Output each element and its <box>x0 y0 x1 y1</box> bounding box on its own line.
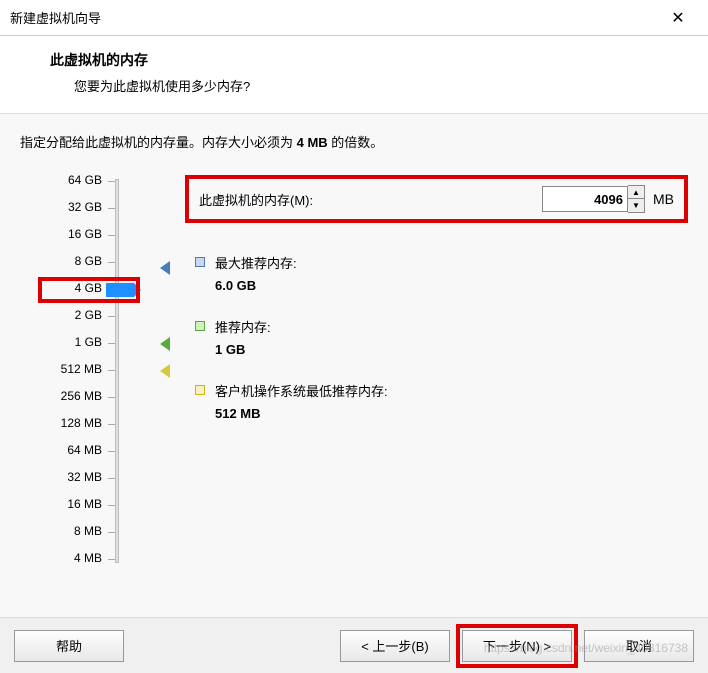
slider-label: 2 GB <box>75 308 102 322</box>
rec-value: 6.0 GB <box>215 278 688 293</box>
slider-label: 128 MB <box>61 416 102 430</box>
instruction-suffix: 的倍数。 <box>328 135 384 150</box>
rec-blue-icon <box>195 257 205 267</box>
slider-label: 4 GB <box>75 281 102 295</box>
memory-input-row: 此虚拟机的内存(M): ▲ ▼ MB <box>185 175 688 223</box>
slider-label: 16 MB <box>67 497 102 511</box>
titlebar: 新建虚拟机向导 ✕ <box>0 0 708 36</box>
instruction-bold: 4 MB <box>297 135 328 150</box>
wizard-footer: 帮助 < 上一步(B) 下一步(N) > 取消 <box>0 617 708 673</box>
back-button[interactable]: < 上一步(B) <box>340 630 450 662</box>
rec-value: 512 MB <box>215 406 688 421</box>
memory-input[interactable] <box>542 186 628 212</box>
recommendation-item: 客户机操作系统最低推荐内存: 512 MB <box>185 381 688 421</box>
slider-label: 64 MB <box>67 443 102 457</box>
rec-title: 客户机操作系统最低推荐内存: <box>215 381 688 400</box>
slider-label: 256 MB <box>61 389 102 403</box>
rec-green-icon <box>195 321 205 331</box>
slider-label: 64 GB <box>68 173 102 187</box>
rec-title: 最大推荐内存: <box>215 253 688 272</box>
spin-down-icon[interactable]: ▼ <box>628 199 644 212</box>
slider-label: 512 MB <box>61 362 102 376</box>
slider-label: 32 GB <box>68 200 102 214</box>
memory-label: 此虚拟机的内存(M): <box>199 190 542 209</box>
wizard-header: 此虚拟机的内存 您要为此虚拟机使用多少内存? <box>0 36 708 113</box>
memory-unit: MB <box>653 191 674 207</box>
rec-value: 1 GB <box>215 342 688 357</box>
cancel-button[interactable]: 取消 <box>584 630 694 662</box>
wizard-body: 指定分配给此虚拟机的内存量。内存大小必须为 4 MB 的倍数。 64 GB 32 … <box>0 114 708 624</box>
page-title: 此虚拟机的内存 <box>50 50 688 70</box>
instruction-prefix: 指定分配给此虚拟机的内存量。内存大小必须为 <box>20 135 297 150</box>
slider-track[interactable] <box>115 179 119 563</box>
spin-up-icon[interactable]: ▲ <box>628 186 644 199</box>
slider-label: 8 MB <box>74 524 102 538</box>
memory-slider[interactable]: 64 GB 32 GB 16 GB 8 GB 4 GB 2 GB 1 GB 512 MB 256… <box>20 175 185 575</box>
recommendation-item: 最大推荐内存: 6.0 GB <box>185 253 688 293</box>
help-button[interactable]: 帮助 <box>14 630 124 662</box>
marker-rec-icon <box>160 337 170 351</box>
slider-label: 32 MB <box>67 470 102 484</box>
page-subtitle: 您要为此虚拟机使用多少内存? <box>74 76 688 95</box>
next-button[interactable]: 下一步(N) > <box>462 630 572 662</box>
slider-thumb[interactable] <box>106 283 134 297</box>
rec-yellow-icon <box>195 385 205 395</box>
recommendation-item: 推荐内存: 1 GB <box>185 317 688 357</box>
memory-spinner[interactable]: ▲ ▼ <box>628 185 645 213</box>
highlight-next: 下一步(N) > <box>456 624 578 668</box>
marker-min-icon <box>160 364 170 378</box>
marker-max-icon <box>160 261 170 275</box>
slider-label: 1 GB <box>75 335 102 349</box>
rec-title: 推荐内存: <box>215 317 688 336</box>
slider-label: 16 GB <box>68 227 102 241</box>
close-button[interactable]: ✕ <box>658 3 698 33</box>
instruction-text: 指定分配给此虚拟机的内存量。内存大小必须为 4 MB 的倍数。 <box>20 132 688 151</box>
slider-label: 8 GB <box>75 254 102 268</box>
window-title: 新建虚拟机向导 <box>10 8 658 27</box>
slider-label: 4 MB <box>74 551 102 565</box>
